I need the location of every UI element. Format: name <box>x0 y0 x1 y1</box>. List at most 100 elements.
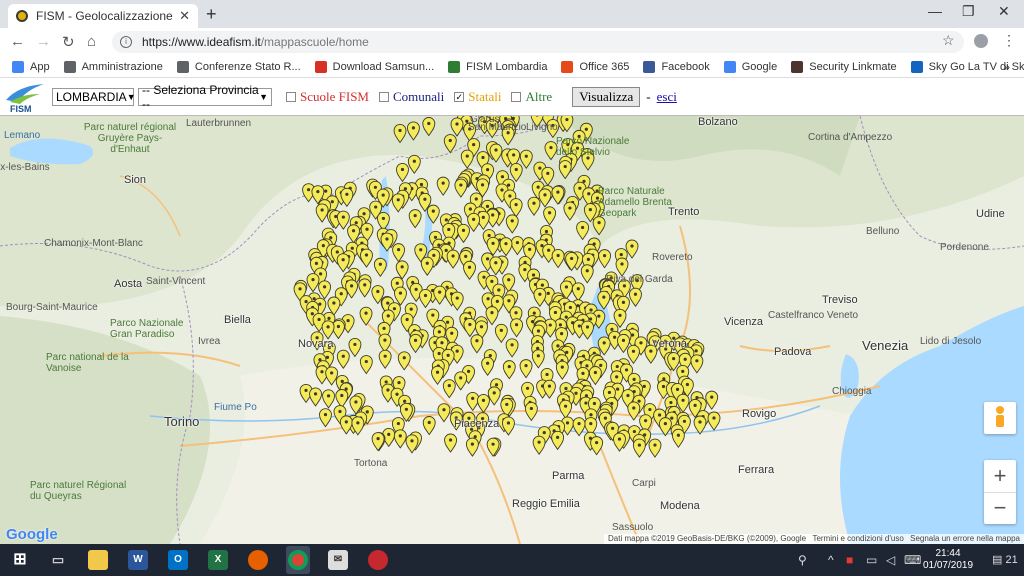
reload-icon[interactable]: ↻ <box>62 33 75 51</box>
school-pin-marker[interactable] <box>436 176 450 196</box>
google-logo[interactable]: Google <box>6 526 58 543</box>
school-pin-marker[interactable] <box>360 248 373 268</box>
region-select[interactable]: LOMBARDIA ▼ <box>52 87 136 106</box>
show-hidden-icons-icon[interactable]: ^ <box>828 553 834 567</box>
street-view-pegman[interactable] <box>984 402 1016 434</box>
minimize-icon[interactable]: — <box>928 3 942 19</box>
bookmark-item[interactable]: Amministrazione <box>63 60 163 73</box>
word-icon[interactable]: W <box>128 550 148 570</box>
school-pin-marker[interactable] <box>457 223 470 244</box>
province-select[interactable]: -- Seleziona Provincia -- ▼ <box>138 83 272 111</box>
school-pin-marker[interactable] <box>510 318 524 338</box>
chrome-icon[interactable] <box>288 550 308 570</box>
school-pin-marker[interactable] <box>396 162 409 183</box>
bookmark-item[interactable]: FISM Lombardia <box>448 60 547 73</box>
school-pin-marker[interactable] <box>348 337 362 358</box>
report-error-link[interactable]: Segnala un errore nella mappa <box>910 534 1020 544</box>
bookmark-item[interactable]: Facebook <box>643 60 710 73</box>
school-pin-marker[interactable] <box>394 286 407 306</box>
school-pin-marker[interactable] <box>470 334 484 354</box>
new-tab-icon[interactable]: + <box>206 4 217 25</box>
school-pin-marker[interactable] <box>450 291 464 311</box>
firefox-icon[interactable] <box>248 550 268 570</box>
back-icon[interactable]: ← <box>10 33 25 50</box>
comunali-checkbox[interactable]: Comunali <box>378 89 444 105</box>
school-pin-marker[interactable] <box>510 236 524 256</box>
outlook-icon[interactable]: O <box>168 550 188 570</box>
school-pin-marker[interactable] <box>454 178 468 198</box>
school-pin-marker[interactable] <box>306 273 320 293</box>
file-explorer-icon[interactable] <box>88 550 108 570</box>
mail-icon[interactable]: ✉ <box>328 550 348 570</box>
site-info-icon[interactable]: i <box>120 36 132 48</box>
bookmark-item[interactable]: Office 365 <box>561 60 629 73</box>
school-pin-marker[interactable] <box>505 338 519 358</box>
school-pin-marker[interactable] <box>331 320 345 340</box>
school-pin-marker[interactable] <box>340 187 354 208</box>
school-pin-marker[interactable] <box>505 214 519 234</box>
window-close-icon[interactable]: ✕ <box>998 3 1010 20</box>
bookmark-item[interactable]: Conferenze Stato R... <box>176 60 301 73</box>
more-bookmarks-icon[interactable]: » <box>1003 60 1010 74</box>
school-pin-marker[interactable] <box>499 237 513 257</box>
school-pin-marker[interactable] <box>571 282 585 302</box>
school-pin-marker[interactable] <box>551 249 565 269</box>
school-pin-marker[interactable] <box>446 249 460 269</box>
battery-icon[interactable]: ▭ <box>866 553 877 567</box>
system-clock[interactable]: 21:44 01/07/2019 <box>918 548 978 572</box>
bookmark-item[interactable]: App <box>12 60 50 73</box>
school-pin-marker[interactable] <box>463 318 477 338</box>
excel-icon[interactable]: X <box>208 550 228 570</box>
school-pin-marker[interactable] <box>489 256 503 276</box>
school-pin-marker[interactable] <box>538 188 552 208</box>
school-pin-marker[interactable] <box>690 354 704 374</box>
school-pin-marker[interactable] <box>509 198 523 218</box>
terms-link[interactable]: Termini e condizioni d'uso <box>812 534 903 544</box>
school-pin-marker[interactable] <box>494 323 508 344</box>
school-pin-marker[interactable] <box>627 344 640 365</box>
antivirus-icon[interactable]: ■ <box>846 553 853 567</box>
active-tab[interactable]: FISM - Geolocalizzazione Scuole ✕ <box>8 4 198 28</box>
scuole-fism-checkbox[interactable]: Scuole FISM <box>286 89 369 105</box>
task-view-icon[interactable]: ▭ <box>48 550 68 570</box>
forward-icon[interactable]: → <box>36 33 51 50</box>
school-pin-marker[interactable] <box>409 333 423 354</box>
statali-checkbox[interactable]: ✓ Statali <box>454 89 501 105</box>
bookmark-item[interactable]: Security Linkmate <box>791 60 897 73</box>
zoom-in-button[interactable]: + <box>984 460 1016 492</box>
school-pin-marker[interactable] <box>576 221 590 241</box>
school-pin-marker[interactable] <box>629 287 642 308</box>
profile-avatar[interactable] <box>974 34 988 48</box>
checkbox-box[interactable] <box>511 91 522 102</box>
checkbox-box[interactable] <box>378 91 389 102</box>
school-pin-marker[interactable] <box>395 260 409 280</box>
school-pin-marker[interactable] <box>378 333 392 353</box>
school-pin-marker[interactable] <box>563 201 577 221</box>
school-pin-marker[interactable] <box>407 154 421 175</box>
school-pin-marker[interactable] <box>315 203 329 223</box>
volume-icon[interactable]: ◁ <box>886 553 895 567</box>
school-pin-marker[interactable] <box>359 306 373 326</box>
checkbox-box[interactable] <box>286 91 296 102</box>
school-pin-marker[interactable] <box>321 320 335 340</box>
school-pin-marker[interactable] <box>598 249 612 269</box>
school-pin-marker[interactable] <box>373 257 387 278</box>
bookmark-item[interactable]: Download Samsun... <box>314 60 434 73</box>
school-pin-marker[interactable] <box>358 278 372 298</box>
school-pin-marker[interactable] <box>533 287 547 308</box>
checkbox-box-checked[interactable]: ✓ <box>454 91 465 102</box>
browser-menu-icon[interactable]: ⋮ <box>1002 32 1016 49</box>
school-pin-marker[interactable] <box>391 193 405 213</box>
restore-icon[interactable]: ❐ <box>962 3 975 20</box>
school-pin-marker[interactable] <box>420 256 434 277</box>
school-pin-marker[interactable] <box>419 289 432 309</box>
school-pin-marker[interactable] <box>336 253 350 273</box>
bookmark-item[interactable]: Google <box>723 60 777 73</box>
school-pin-marker[interactable] <box>625 239 639 259</box>
people-icon[interactable]: ⚲ <box>798 553 807 567</box>
windows-start-icon[interactable]: ⊞ <box>10 550 30 570</box>
school-pin-marker[interactable] <box>318 280 332 300</box>
school-pin-marker[interactable] <box>336 210 350 230</box>
home-icon[interactable]: ⌂ <box>87 33 96 50</box>
school-pin-marker[interactable] <box>433 285 447 305</box>
